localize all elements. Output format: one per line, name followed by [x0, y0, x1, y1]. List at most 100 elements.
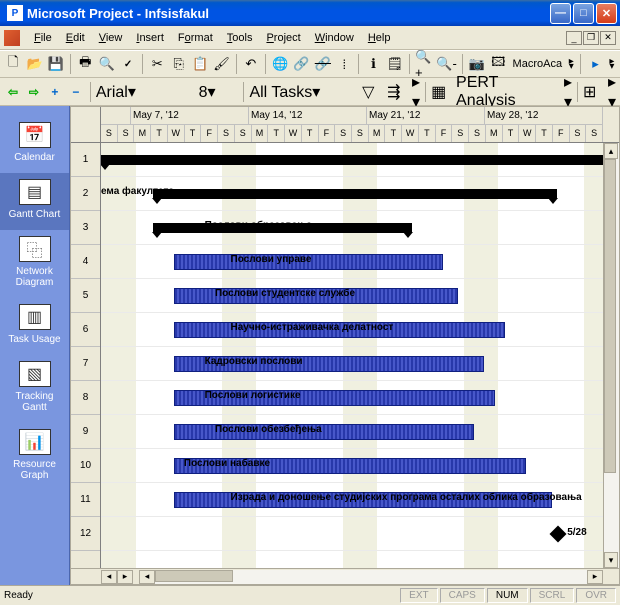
copy-picture-button[interactable]: 🖾	[489, 53, 507, 75]
paste-button[interactable]: 📋	[191, 53, 209, 75]
task-row[interactable]: 5/28	[101, 517, 619, 551]
side-pane-button[interactable]: ▸	[586, 53, 604, 75]
mdi-minimize[interactable]: _	[566, 31, 582, 45]
day-header: W	[519, 125, 536, 142]
row-number[interactable]: 5	[71, 279, 100, 313]
vertical-scrollbar[interactable]: ▴ ▾	[603, 143, 619, 568]
day-header: T	[536, 125, 553, 142]
viewbar-gantt[interactable]: ▤ Gantt Chart	[0, 173, 69, 230]
unlink-tasks-button[interactable]: 🔗	[314, 53, 332, 75]
show-subtasks[interactable]: +	[46, 83, 64, 101]
goto-task-button[interactable]: 📷	[468, 53, 486, 75]
splitter-left[interactable]: ◂	[101, 570, 117, 584]
horizontal-scrollbar[interactable]: ◂ ▸ ◂ ▸	[71, 568, 619, 584]
toolbar-overflow[interactable]: ▸▾	[567, 59, 575, 69]
row-number[interactable]: 7	[71, 347, 100, 381]
row-number[interactable]: 11	[71, 483, 100, 517]
group-by-button[interactable]: ⇶	[387, 82, 409, 102]
menu-window[interactable]: Window	[309, 30, 360, 46]
open-button[interactable]: 📂	[25, 53, 43, 75]
menu-help[interactable]: Help	[362, 30, 397, 46]
undo-button[interactable]: ↶	[242, 53, 260, 75]
menu-insert[interactable]: Insert	[130, 30, 170, 46]
tracking-icon[interactable]: ⊞	[583, 82, 605, 102]
menu-edit[interactable]: Edit	[60, 30, 91, 46]
week-header: May 21, '12	[367, 107, 485, 124]
milestone[interactable]	[549, 526, 566, 543]
hide-subtasks[interactable]: −	[67, 83, 85, 101]
scroll-down[interactable]: ▾	[604, 552, 618, 568]
task-row[interactable]: Научно-истраживачка делатност	[101, 313, 619, 347]
scroll-left[interactable]: ◂	[139, 570, 155, 584]
link-tasks-button[interactable]: 🔗	[292, 53, 310, 75]
task-info-button[interactable]: ℹ	[364, 53, 382, 75]
summary-bar[interactable]	[101, 155, 619, 165]
menu-project[interactable]: Project	[260, 30, 306, 46]
row-number[interactable]: 1	[71, 143, 100, 177]
day-header: S	[218, 125, 235, 142]
close-button[interactable]: ✕	[596, 3, 617, 24]
row-number[interactable]: 10	[71, 449, 100, 483]
task-row[interactable]: ема факултета	[101, 177, 619, 211]
font-combo[interactable]: Arial▾	[96, 82, 196, 102]
spelling-button[interactable]: ✓	[119, 53, 137, 75]
task-row[interactable]: Послови обезбеђења	[101, 415, 619, 449]
zoom-out-button[interactable]: 🔍-	[436, 53, 457, 75]
menu-tools[interactable]: Tools	[221, 30, 259, 46]
chart-area[interactable]: ема факултетаПослови образовањаПослови у…	[101, 143, 619, 568]
split-task-button[interactable]: ⁞	[335, 53, 353, 75]
task-row[interactable]: Израда и доношење студијских програма ос…	[101, 483, 619, 517]
task-row[interactable]: Послови образовања	[101, 211, 619, 245]
calendar-icon: 📅	[19, 122, 51, 148]
autofilter-button[interactable]: ▽	[362, 82, 384, 102]
menu-format[interactable]: Format	[172, 30, 219, 46]
pert-label[interactable]: PERT Analysis	[456, 74, 561, 110]
row-number[interactable]: 2	[71, 177, 100, 211]
task-label: Послови логистике	[205, 390, 301, 401]
gantt-chart[interactable]: May 7, '12May 14, '12May 21, '12May 28, …	[70, 106, 620, 585]
new-button[interactable]: 🗋	[4, 53, 22, 75]
row-number[interactable]: 8	[71, 381, 100, 415]
pert-sheet-icon[interactable]: ▦	[431, 82, 453, 102]
minimize-button[interactable]: —	[550, 3, 571, 24]
task-row[interactable]	[101, 143, 619, 177]
nav-back[interactable]: ⇦	[4, 83, 22, 101]
task-row[interactable]: Послови логистике	[101, 381, 619, 415]
print-preview-button[interactable]: 🔍	[97, 53, 115, 75]
scroll-right[interactable]: ▸	[587, 570, 603, 584]
splitter-right[interactable]: ▸	[117, 570, 133, 584]
row-number[interactable]: 4	[71, 245, 100, 279]
print-button[interactable]: 🖶	[76, 53, 94, 75]
task-notes-button[interactable]: 🗒	[386, 53, 404, 75]
task-row[interactable]: Послови студентске службе	[101, 279, 619, 313]
viewbar-network[interactable]: ⿻ Network Diagram	[0, 230, 69, 298]
maximize-button[interactable]: □	[573, 3, 594, 24]
task-row[interactable]: Послови набавке	[101, 449, 619, 483]
copy-button[interactable]: ⎘	[170, 53, 188, 75]
viewbar-resgraph[interactable]: 📊 Resource Graph	[0, 423, 69, 491]
row-number[interactable]: 3	[71, 211, 100, 245]
filter-combo[interactable]: All Tasks▾	[249, 82, 359, 102]
day-header: T	[385, 125, 402, 142]
hyperlink-button[interactable]: 🌐	[271, 53, 289, 75]
menu-file[interactable]: File	[28, 30, 58, 46]
row-number[interactable]: 6	[71, 313, 100, 347]
menu-view[interactable]: View	[93, 30, 129, 46]
viewbar-calendar[interactable]: 📅 Calendar	[0, 116, 69, 173]
mdi-restore[interactable]: ❐	[583, 31, 599, 45]
row-number[interactable]: 9	[71, 415, 100, 449]
task-row[interactable]: Послови управе	[101, 245, 619, 279]
nav-forward[interactable]: ⇨	[25, 83, 43, 101]
scroll-up[interactable]: ▴	[604, 143, 618, 159]
font-size-combo[interactable]: 8▾	[199, 82, 239, 102]
toolbar-overflow2[interactable]: ▸▾	[608, 59, 616, 69]
cut-button[interactable]: ✂	[148, 53, 166, 75]
row-number[interactable]: 12	[71, 517, 100, 551]
save-button[interactable]: 💾	[47, 53, 65, 75]
viewbar-tracking[interactable]: ▧ Tracking Gantt	[0, 355, 69, 423]
task-row[interactable]: Кадровски послови	[101, 347, 619, 381]
mdi-close[interactable]: ✕	[600, 31, 616, 45]
format-painter-button[interactable]: 🖌	[212, 53, 230, 75]
summary-bar[interactable]	[153, 189, 557, 199]
viewbar-taskusage[interactable]: ▥ Task Usage	[0, 298, 69, 355]
